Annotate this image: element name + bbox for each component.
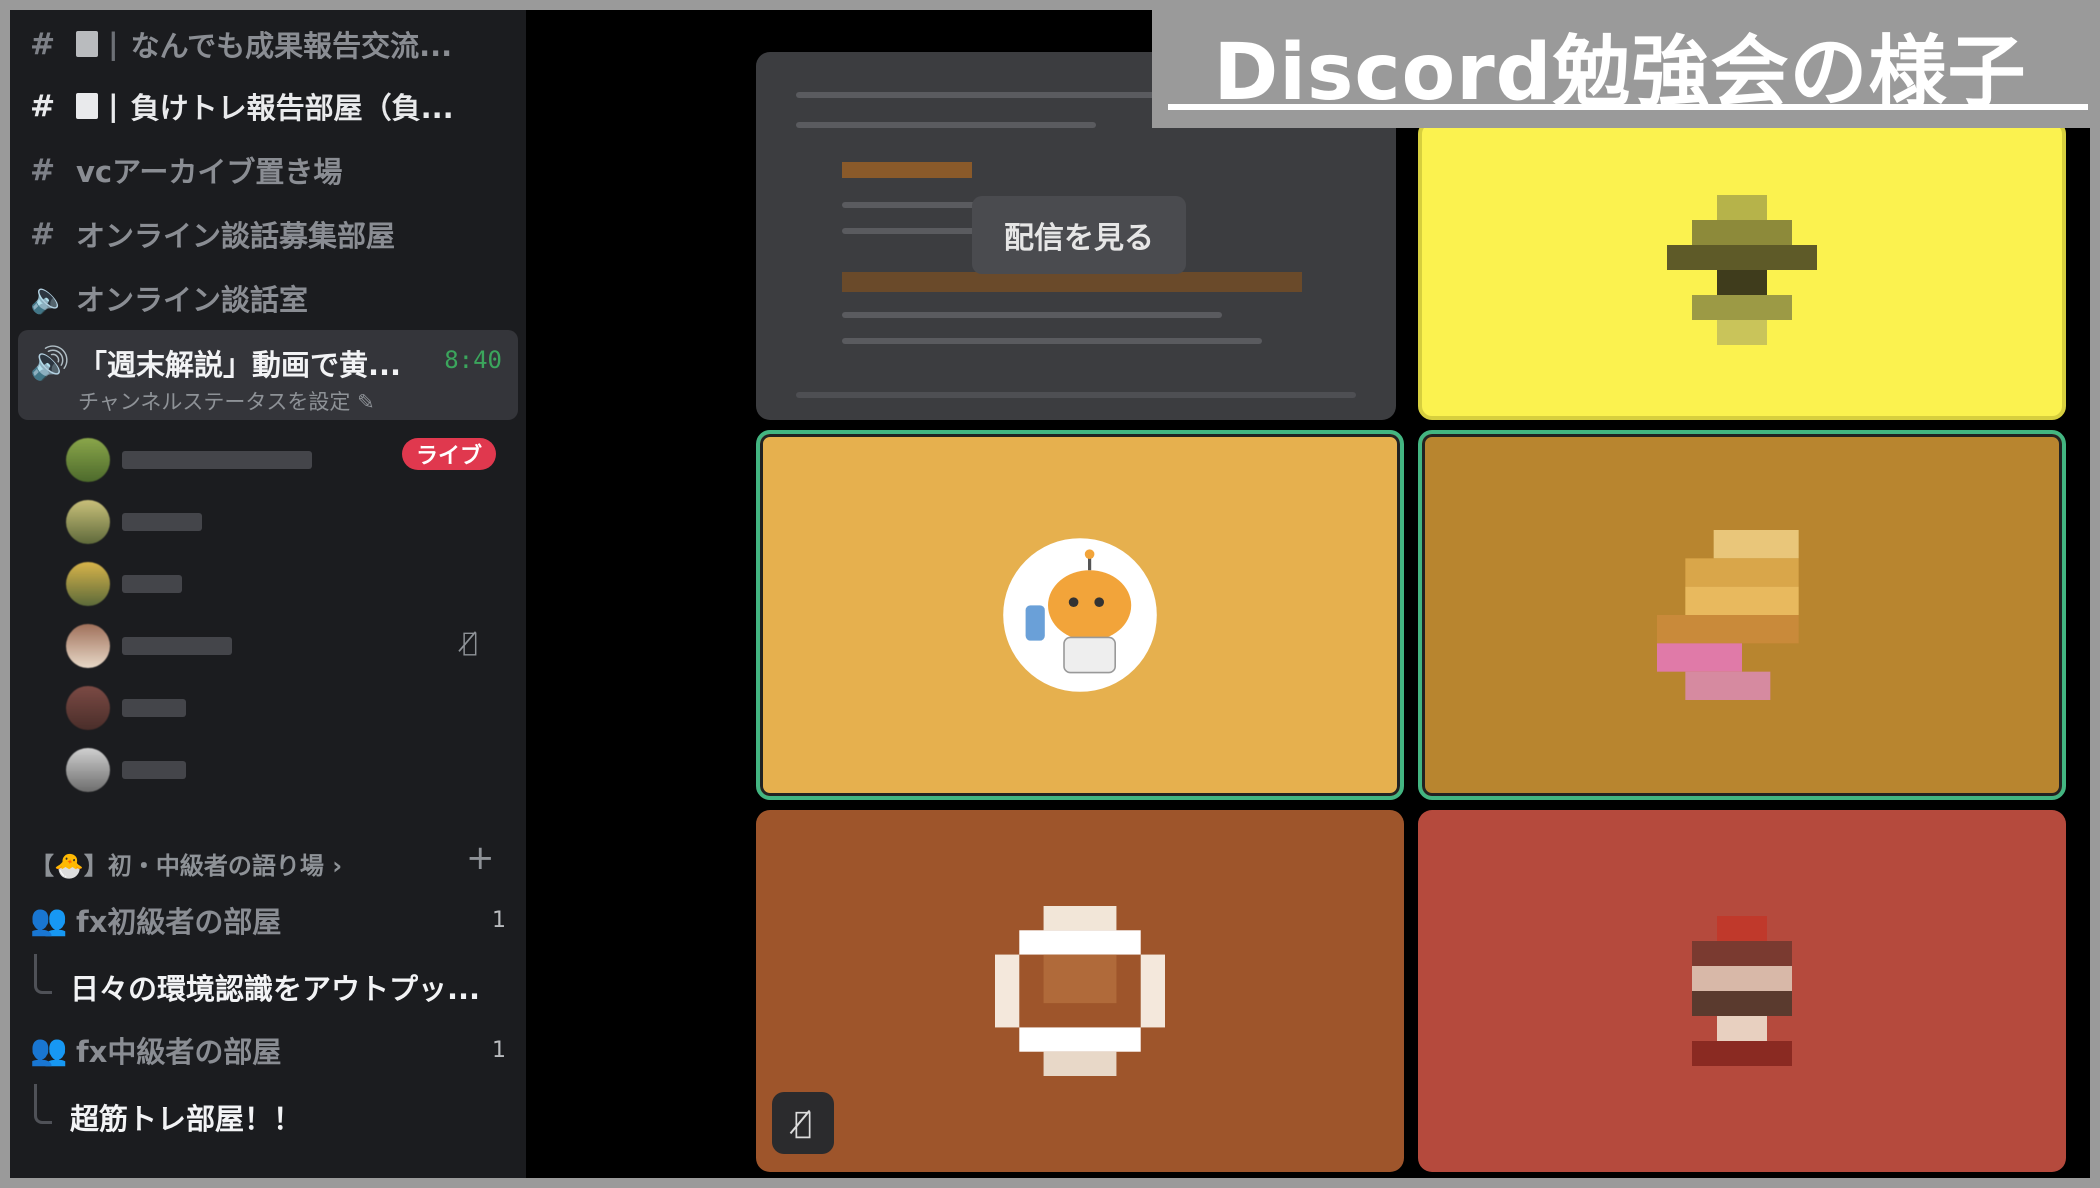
channel-vc-archive[interactable]: # vcアーカイブ置き場	[18, 140, 518, 200]
channel-sidebar: # | なんでも成果報告交流... # | 負けトレ報告部屋（負... # vc…	[10, 10, 526, 1178]
avatar	[66, 686, 110, 730]
avatar	[66, 438, 110, 482]
room-label: fx中級者の部屋	[76, 1035, 282, 1069]
active-voice-channel[interactable]: 🔊 「週末解説」動画で黄... 8:40 チャンネルステータスを設定 ✎	[18, 330, 518, 420]
avatar	[1657, 530, 1799, 700]
forum-icon: 👥	[30, 1032, 68, 1068]
participant-tile[interactable]	[1418, 430, 2066, 800]
avatar	[66, 500, 110, 544]
document-icon	[76, 31, 98, 57]
participant-tile-speaking[interactable]	[756, 430, 1404, 800]
text-channel-icon: #	[30, 88, 56, 124]
channel-label: 負けトレ報告部屋（負...	[130, 91, 454, 125]
chevron-right-icon: ›	[332, 852, 343, 880]
participant-tile[interactable]	[1418, 120, 2066, 420]
participant-tile[interactable]	[1418, 810, 2066, 1172]
voice-member[interactable]	[66, 432, 312, 488]
add-channel-icon[interactable]: +	[466, 838, 495, 878]
thread-item[interactable]: 日々の環境認識をアウトプッ...	[70, 966, 480, 1008]
text-channel-icon: #	[30, 216, 56, 252]
voice-member[interactable]	[66, 680, 186, 736]
speaker-icon: 🔊	[30, 344, 70, 382]
room-fx-beginner[interactable]: 👥 fx初級者の部屋	[18, 890, 518, 950]
category-header[interactable]: 【🐣】初・中級者の語り場 ›	[30, 846, 342, 881]
avatar	[66, 748, 110, 792]
room-label: fx初級者の部屋	[76, 905, 282, 939]
voice-timer: 8:40	[444, 346, 502, 374]
banner-underline	[1168, 104, 2088, 110]
room-fx-intermediate[interactable]: 👥 fx中級者の部屋	[18, 1020, 518, 1080]
robot-avatar	[1003, 538, 1157, 692]
speaker-icon: 🔈	[30, 280, 68, 316]
channel-label: vcアーカイブ置き場	[76, 155, 343, 189]
live-badge: ライブ	[402, 438, 496, 470]
text-channel-icon: #	[30, 26, 56, 62]
pencil-icon: ✎	[357, 390, 375, 414]
app-frame: # | なんでも成果報告交流... # | 負けトレ報告部屋（負... # vc…	[10, 10, 2090, 1178]
voice-member[interactable]	[66, 742, 186, 798]
avatar	[1667, 195, 1817, 345]
text-channel-icon: #	[30, 152, 56, 188]
channel-online-recruit[interactable]: # オンライン談話募集部屋	[18, 204, 518, 264]
avatar	[995, 906, 1165, 1076]
room-count: 1	[492, 1038, 506, 1063]
thread-item[interactable]: 超筋トレ部屋！！	[70, 1096, 302, 1138]
avatar	[66, 624, 110, 668]
room-count: 1	[492, 908, 506, 933]
voice-member[interactable]	[66, 618, 232, 674]
channel-success-report[interactable]: # | なんでも成果報告交流...	[18, 14, 518, 74]
muted-mic-icon: 🎙̸	[462, 628, 478, 658]
channel-online-voice[interactable]: 🔈 オンライン談話室	[18, 268, 518, 328]
watch-stream-button[interactable]: 配信を見る	[972, 196, 1186, 274]
participant-tile[interactable]	[756, 810, 1404, 1172]
document-icon	[76, 93, 98, 119]
voice-member[interactable]	[66, 494, 202, 550]
voice-channel-title: 「週末解説」動画で黄...	[78, 348, 402, 382]
channel-label: オンライン談話室	[76, 283, 309, 317]
avatar	[66, 562, 110, 606]
voice-member[interactable]	[66, 556, 182, 612]
forum-icon: 👥	[30, 902, 68, 938]
channel-loss-report[interactable]: # | 負けトレ報告部屋（負...	[18, 76, 518, 136]
channel-status-setter[interactable]: チャンネルステータスを設定 ✎	[78, 386, 375, 416]
avatar	[1692, 916, 1792, 1066]
muted-mic-icon: 🎙̸	[772, 1092, 834, 1154]
channel-label: オンライン談話募集部屋	[76, 219, 396, 253]
channel-label: なんでも成果報告交流...	[130, 29, 453, 63]
